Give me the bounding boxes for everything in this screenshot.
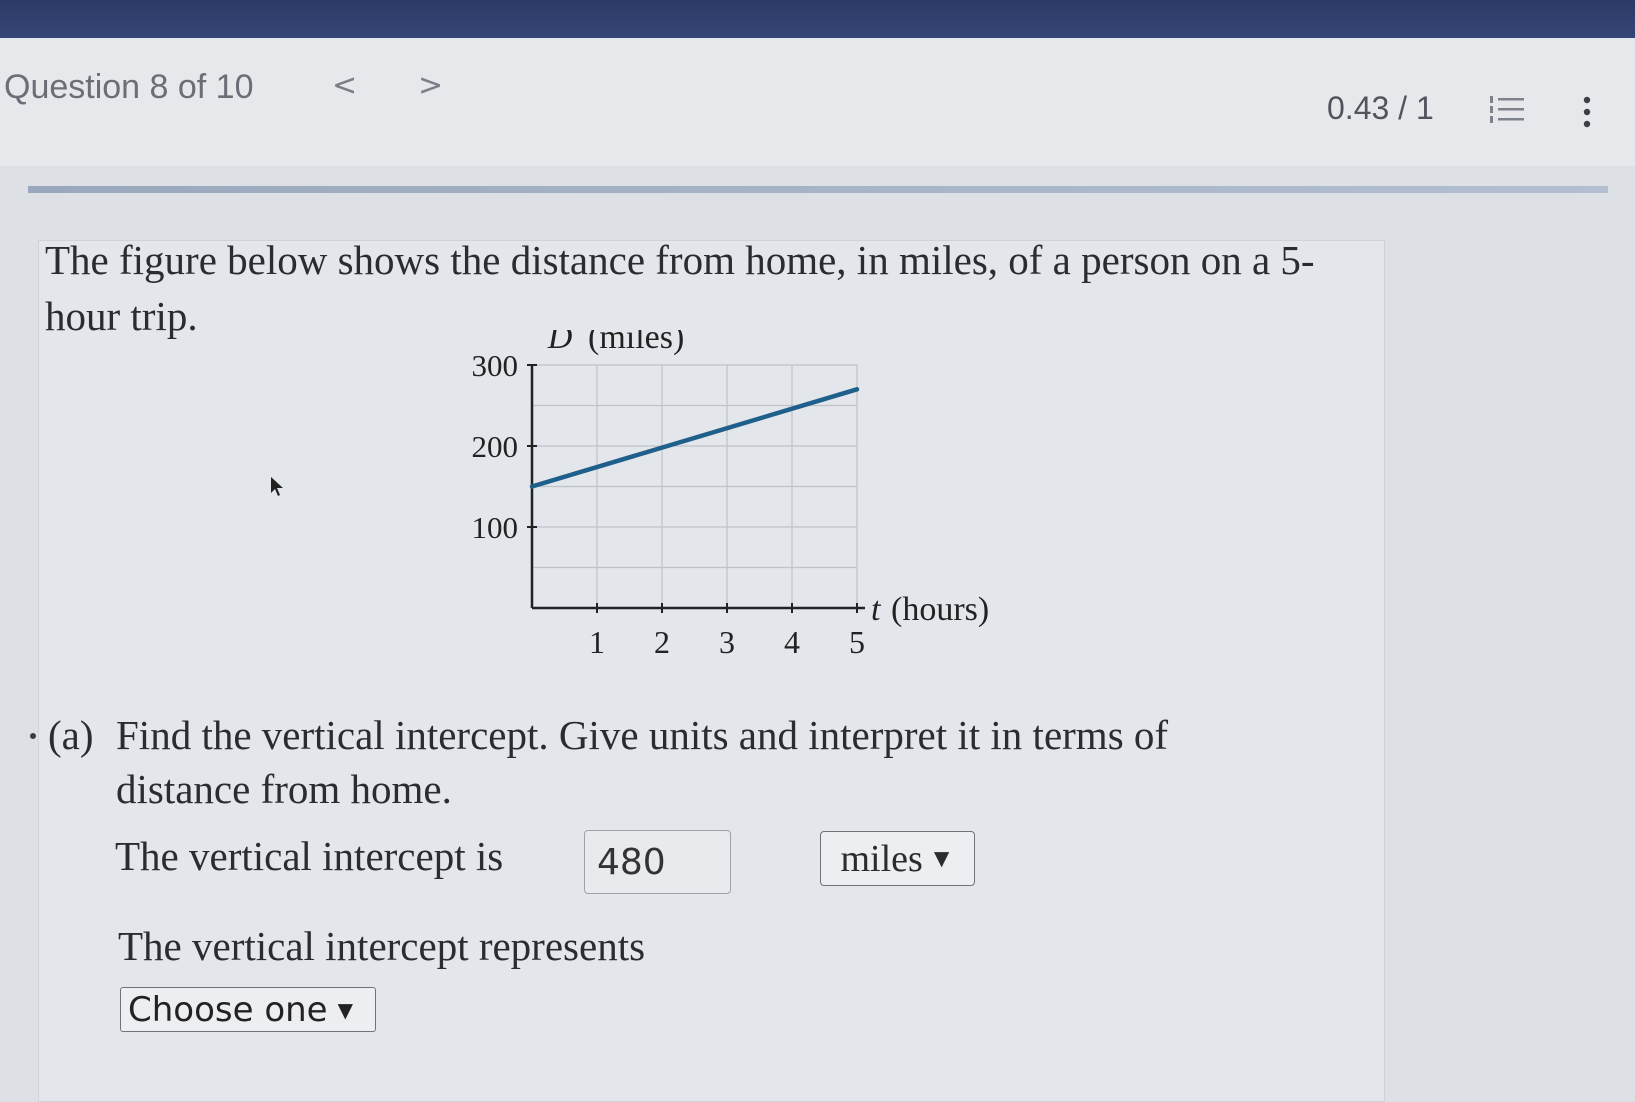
y-tick-label: 300 xyxy=(472,348,519,383)
part-a-letter: (a) xyxy=(48,712,94,758)
chart-svg: 1 2 3 4 5 100 200 300 D (miles) t (hours) xyxy=(472,319,990,660)
question-list-button[interactable] xyxy=(1490,94,1530,126)
intercept-answer-input[interactable] xyxy=(584,830,731,894)
x-tick-label: 3 xyxy=(719,624,735,660)
question-intro: The figure below shows the distance from… xyxy=(45,237,1315,339)
distance-chart: 1 2 3 4 5 100 200 300 D (miles) t (hours) xyxy=(460,319,1080,690)
represents-dropdown[interactable]: Choose one ▼ xyxy=(120,987,376,1032)
intercept-label: The vertical intercept is xyxy=(115,833,504,879)
x-tick-label: 4 xyxy=(784,624,800,660)
y-tick-label: 200 xyxy=(472,429,519,464)
previous-question-button[interactable]: < xyxy=(332,68,357,103)
next-question-button[interactable]: > xyxy=(418,68,443,103)
represents-dropdown-value: Choose one xyxy=(128,989,328,1030)
x-axis-unit: (hours) xyxy=(891,591,989,628)
distance-line xyxy=(529,387,860,489)
more-options-button[interactable] xyxy=(1572,94,1602,130)
x-tick-label: 2 xyxy=(654,624,670,660)
bullet-dot xyxy=(30,733,36,739)
x-tick-label: 1 xyxy=(589,624,605,660)
triangle-down-icon: ▼ xyxy=(928,843,955,873)
question-header: Question 8 of 10 < > 0.43 / 1 xyxy=(0,38,1635,193)
y-axis-variable: D xyxy=(547,330,573,356)
represents-label: The vertical intercept represents xyxy=(118,923,646,969)
question-counter: Question 8 of 10 xyxy=(4,68,254,106)
x-tick-label: 5 xyxy=(849,624,865,660)
score-display: 0.43 / 1 xyxy=(1327,90,1434,126)
progress-divider xyxy=(28,186,1608,193)
mouse-cursor-icon xyxy=(271,477,283,496)
x-axis-variable: t xyxy=(871,591,882,628)
units-dropdown-value: miles xyxy=(840,837,923,880)
part-a-prompt: Find the vertical intercept. Give units … xyxy=(116,712,1169,812)
numbered-list-icon xyxy=(1490,96,1524,123)
top-bar xyxy=(0,0,1635,38)
y-tick-label: 100 xyxy=(472,510,519,545)
more-vertical-icon xyxy=(1583,96,1591,128)
y-axis-unit: (miles) xyxy=(588,330,684,356)
units-dropdown[interactable]: miles ▼ xyxy=(820,831,975,886)
chevron-down-icon: ▼ xyxy=(337,997,353,1022)
